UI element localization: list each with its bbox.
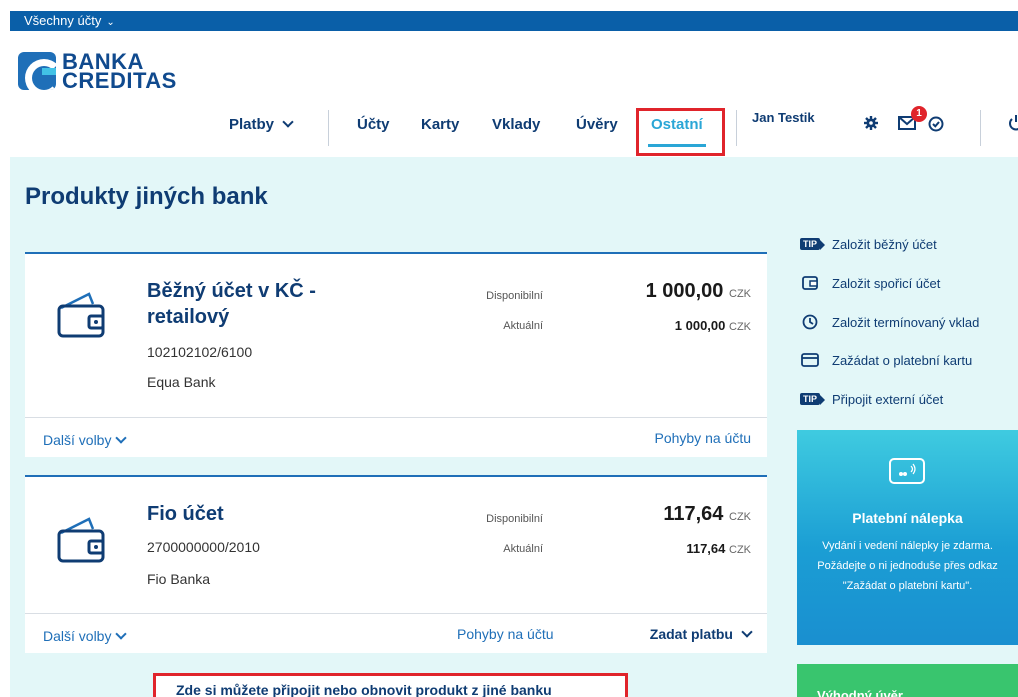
gear-icon[interactable]: [864, 116, 878, 130]
account-selector-label: Všechny účty: [24, 13, 102, 28]
sidebar-link-label: Zažádat o platební kartu: [832, 352, 973, 368]
current-amount: 117,64 CZK: [686, 541, 751, 556]
card-icon: [796, 352, 824, 368]
promo-title: Platební nálepka: [852, 510, 963, 526]
new-payment-button[interactable]: Zadat platbu: [650, 626, 753, 642]
sidebar-link-label: Založit termínovaný vklad: [832, 314, 980, 330]
nav-divider: [980, 110, 981, 146]
sidebar-link-label: Připojit externí účet: [832, 391, 944, 407]
nav-karty[interactable]: Karty: [421, 116, 459, 133]
sidebar-link-open-current-account[interactable]: TIP Založit běžný účet: [796, 236, 937, 252]
highlight-ostatni: [636, 108, 725, 156]
account-card: Fio účet 2700000000/2010 Fio Banka Dispo…: [25, 475, 767, 653]
current-label: Aktuální: [503, 543, 543, 555]
logo-text: BANKA CREDITAS: [62, 49, 177, 93]
sidebar-link-label: Založit běžný účet: [832, 236, 937, 252]
sidebar-link-term-deposit[interactable]: Založit termínovaný vklad: [796, 314, 979, 330]
sidebar-link-request-card[interactable]: Zažádat o platební kartu: [796, 352, 972, 368]
page-title: Produkty jiných bank: [25, 183, 268, 210]
brand-logo[interactable]: BANKA CREDITAS: [18, 49, 177, 93]
chevron-down-icon: [282, 116, 294, 128]
nav-uvery[interactable]: Úvěry: [576, 116, 618, 133]
chevron-down-icon: ⌄: [106, 17, 115, 28]
more-options-button[interactable]: Další volby: [43, 628, 128, 644]
account-bank: Equa Bank: [147, 374, 216, 390]
chevron-down-icon: [741, 626, 753, 638]
nav-divider: [736, 110, 737, 146]
sidebar-link-label: Založit spořicí účet: [832, 275, 941, 291]
available-amount: 1 000,00 CZK: [645, 280, 751, 302]
account-selector[interactable]: Všechny účty ⌄: [10, 11, 1018, 31]
tip-icon: TIP: [796, 236, 826, 252]
promo2-title: Výhodný úvěr: [817, 688, 903, 697]
notification-badge: 1: [911, 106, 927, 122]
clock-icon: [796, 314, 824, 330]
connect-other-bank-banner[interactable]: Zde si můžete připojit nebo obnovit prod…: [153, 673, 628, 697]
logo-mark-icon: [18, 52, 56, 90]
promo-text: Vydání i vedení nálepky je zdarma. Požád…: [817, 540, 998, 592]
wallet-icon: [57, 517, 105, 563]
main-nav: Platby Účty Karty Vklady Úvěry Ostatní J…: [0, 106, 1018, 156]
chevron-down-icon: [115, 432, 128, 444]
nav-ucty[interactable]: Účty: [357, 116, 390, 133]
sidebar-link-open-savings-account[interactable]: Založit spořicí účet: [796, 275, 940, 291]
wallet-icon: [57, 292, 105, 338]
account-movements-link[interactable]: Pohyby na účtu: [457, 626, 554, 642]
promo-loan-card[interactable]: Výhodný úvěr: [797, 664, 1018, 697]
power-icon[interactable]: [1008, 114, 1018, 132]
chevron-down-icon: [115, 628, 128, 640]
account-movements-link[interactable]: Pohyby na účtu: [654, 430, 751, 446]
current-label: Aktuální: [503, 320, 543, 332]
account-name[interactable]: Běžný účet v KČ - retailový: [147, 278, 387, 330]
account-bank: Fio Banka: [147, 571, 211, 587]
account-number: 2700000000/2010: [147, 539, 260, 555]
contactless-card-icon: [889, 458, 925, 484]
check-circle-icon[interactable]: [928, 116, 944, 132]
tip-icon: TIP: [796, 391, 826, 407]
card-divider: [25, 613, 767, 614]
account-number: 102102102/6100: [147, 344, 253, 360]
account-name[interactable]: Fio účet: [147, 501, 387, 527]
card-divider: [25, 417, 767, 418]
nav-divider: [328, 110, 329, 146]
connect-other-bank-text: Zde si můžete připojit nebo obnovit prod…: [176, 682, 552, 697]
available-label: Disponibilní: [486, 513, 543, 525]
user-name[interactable]: Jan Testik: [752, 110, 815, 125]
current-amount: 1 000,00 CZK: [674, 318, 751, 333]
nav-vklady[interactable]: Vklady: [492, 116, 540, 133]
more-options-button[interactable]: Další volby: [43, 432, 128, 448]
account-card: Běžný účet v KČ - retailový 102102102/61…: [25, 252, 767, 457]
nav-platby[interactable]: Platby: [229, 116, 294, 133]
available-amount: 117,64 CZK: [663, 503, 751, 525]
wallet-icon: [796, 275, 824, 291]
sidebar-link-connect-external[interactable]: TIP Připojit externí účet: [796, 391, 943, 407]
promo-sticker-card[interactable]: Platební nálepka Vydání i vedení nálepky…: [797, 430, 1018, 645]
available-label: Disponibilní: [486, 290, 543, 302]
